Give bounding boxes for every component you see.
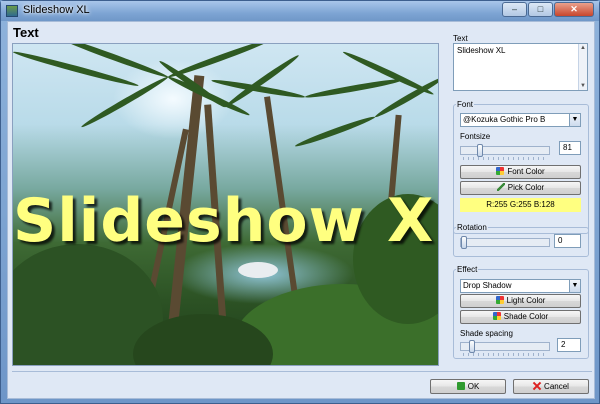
slider-ticks: [463, 353, 547, 356]
text-scrollbar[interactable]: ▲ ▼: [578, 44, 587, 90]
text-input-value: Slideshow XL: [457, 46, 506, 55]
chevron-down-icon[interactable]: ▼: [569, 280, 580, 292]
text-label: Text: [453, 34, 468, 43]
close-button[interactable]: ✕: [554, 2, 594, 17]
palm-frond: [54, 44, 170, 80]
maximize-button[interactable]: □: [528, 2, 553, 17]
font-select-value: @Kozuka Gothic Pro B: [463, 115, 546, 124]
fontsize-slider[interactable]: [460, 144, 550, 160]
light-color-label: Light Color: [506, 296, 546, 305]
shade-spacing-slider-thumb[interactable]: [469, 340, 475, 353]
dialog-body: Text Slideshow XL Text Slideshow XL ▲ ▼ …: [7, 21, 595, 399]
rotation-field[interactable]: 0: [554, 234, 581, 248]
rotation-slider-thumb[interactable]: [461, 236, 467, 249]
pick-color-label: Pick Color: [507, 183, 545, 192]
fontsize-label: Fontsize: [460, 132, 491, 141]
cancel-label: Cancel: [544, 382, 569, 391]
rock: [238, 262, 278, 278]
effect-group-legend: Effect: [457, 265, 478, 274]
text-input[interactable]: Slideshow XL ▲ ▼: [453, 43, 588, 91]
title-bar[interactable]: Slideshow XL – □ ✕: [1, 1, 599, 21]
eyedropper-icon: [496, 183, 505, 191]
shade-color-label: Shade Color: [503, 312, 549, 321]
color-readout: R:255 G:255 B:128: [460, 198, 581, 212]
fontsize-field[interactable]: 81: [559, 141, 581, 155]
window-controls: – □ ✕: [502, 2, 594, 17]
overlay-text: Slideshow XL: [13, 186, 439, 256]
font-select[interactable]: @Kozuka Gothic Pro B ▼: [460, 113, 581, 127]
cancel-icon: [533, 382, 541, 390]
footer-divider: [12, 371, 592, 372]
shade-spacing-label: Shade spacing: [460, 329, 513, 338]
app-icon: [6, 5, 18, 17]
rotation-slider[interactable]: [460, 236, 550, 249]
ok-icon: [456, 382, 465, 390]
palm-frond: [304, 76, 405, 100]
palm-frond: [294, 114, 377, 149]
ok-label: OK: [467, 382, 480, 391]
palette-icon: [495, 296, 504, 304]
pick-color-button[interactable]: Pick Color: [460, 181, 581, 195]
shade-spacing-field[interactable]: 2: [557, 338, 581, 352]
font-color-label: Font Color: [507, 167, 545, 176]
chevron-down-icon[interactable]: ▼: [569, 114, 580, 126]
light-color-button[interactable]: Light Color: [460, 294, 581, 308]
shade-color-button[interactable]: Shade Color: [460, 310, 581, 324]
slider-ticks: [463, 157, 547, 160]
palette-icon: [492, 312, 501, 320]
page-title: Text: [13, 25, 39, 40]
app-window: Slideshow XL – □ ✕ Text Slideshow XL Tex…: [0, 0, 600, 404]
window-title: Slideshow XL: [23, 4, 90, 16]
ok-button[interactable]: OK: [430, 379, 506, 394]
minimize-button[interactable]: –: [502, 2, 527, 17]
font-color-button[interactable]: Font Color: [460, 165, 581, 179]
rotation-group-legend: Rotation: [457, 223, 487, 232]
scroll-down-icon[interactable]: ▼: [580, 83, 586, 89]
fontsize-slider-thumb[interactable]: [477, 144, 483, 157]
palette-icon: [496, 167, 505, 175]
font-group-legend: Font: [457, 100, 474, 109]
effect-select[interactable]: Drop Shadow ▼: [460, 279, 581, 293]
cancel-button[interactable]: Cancel: [513, 379, 589, 394]
effect-select-value: Drop Shadow: [463, 281, 512, 290]
preview-image: Slideshow XL: [12, 43, 439, 366]
scroll-up-icon[interactable]: ▲: [580, 45, 586, 51]
palm-frond: [13, 49, 140, 89]
shade-spacing-slider[interactable]: [460, 340, 550, 356]
